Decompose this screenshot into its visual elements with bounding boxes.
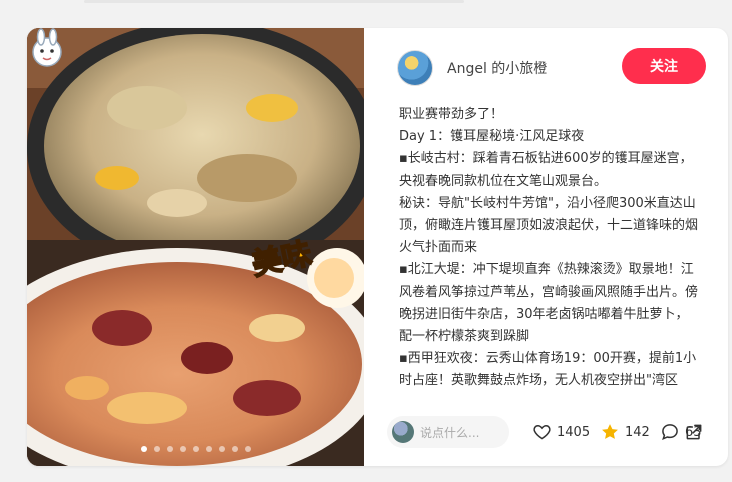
post-photo[interactable]: 美味 <box>27 28 364 466</box>
heart-icon <box>533 424 551 440</box>
carousel-dot[interactable] <box>192 446 199 452</box>
follow-button[interactable]: 关注 <box>622 48 706 84</box>
star-icon <box>602 424 618 439</box>
food-photo-illustration <box>27 28 364 466</box>
like-count: 1405 <box>557 424 591 440</box>
carousel-dot[interactable] <box>153 446 160 452</box>
post-line: ▪西甲狂欢夜：云秀山体育场19：00开赛，提前1小时占座！英歌舞鼓点炸场，无人机… <box>399 351 697 389</box>
star-count: 142 <box>625 424 650 440</box>
comment-icon <box>662 424 678 441</box>
author-info[interactable]: Angel 的小旅橙 <box>397 50 547 86</box>
user-avatar <box>392 421 414 443</box>
author-avatar[interactable] <box>397 50 433 86</box>
carousel-dot[interactable] <box>231 446 238 452</box>
comment-input[interactable]: 说点什么... <box>387 416 509 448</box>
carousel-dot[interactable] <box>140 446 147 452</box>
carousel-dot[interactable] <box>244 446 251 452</box>
carousel-dot[interactable] <box>218 446 225 452</box>
carousel-dot[interactable] <box>179 446 186 452</box>
carousel-dot[interactable] <box>166 446 173 452</box>
top-scroll-hint <box>84 0 464 3</box>
post-line: 秘诀：导航"长岐村牛芳馆"，沿小径爬300米直达山顶，俯瞰连片镬耳屋顶如波浪起伏… <box>399 195 699 256</box>
carousel-dot[interactable] <box>205 446 212 452</box>
like-button[interactable]: 1405 <box>532 422 590 442</box>
star-button[interactable]: 142 <box>600 422 650 442</box>
comment-placeholder: 说点什么... <box>420 425 480 440</box>
share-button[interactable] <box>684 422 704 446</box>
post-line: ▪北江大堤：冲下堤坝直奔《热辣滚烫》取景地！江风卷着风筝掠过芦苇丛，宫崎骏画风照… <box>399 262 699 345</box>
post-card: 美味 Angel 的小旅橙 关注 职业赛带劲多了！ Day 1：镬耳屋秘境·江风… <box>27 28 728 466</box>
post-line: 职业赛带劲多了！ <box>399 107 504 122</box>
post-detail-panel: Angel 的小旅橙 关注 职业赛带劲多了！ Day 1：镬耳屋秘境·江风足球夜… <box>364 28 728 466</box>
post-line: Day 1：镬耳屋秘境·江风足球夜 <box>399 129 585 145</box>
rabbit-sticker-icon <box>32 28 62 67</box>
engagement-bar: 说点什么... 1405 142 63 <box>364 412 728 452</box>
post-content: 职业赛带劲多了！ Day 1：镬耳屋秘境·江风足球夜 ▪长岐古村：踩着青石板钻进… <box>399 104 699 396</box>
author-name[interactable]: Angel 的小旅橙 <box>447 58 547 78</box>
share-icon <box>686 424 702 440</box>
carousel-dots <box>27 446 364 452</box>
post-line: ▪长岐古村：踩着青石板钻进600岁的镬耳屋迷宫，央视春晚同款机位在文笔山观景台。 <box>399 151 693 189</box>
